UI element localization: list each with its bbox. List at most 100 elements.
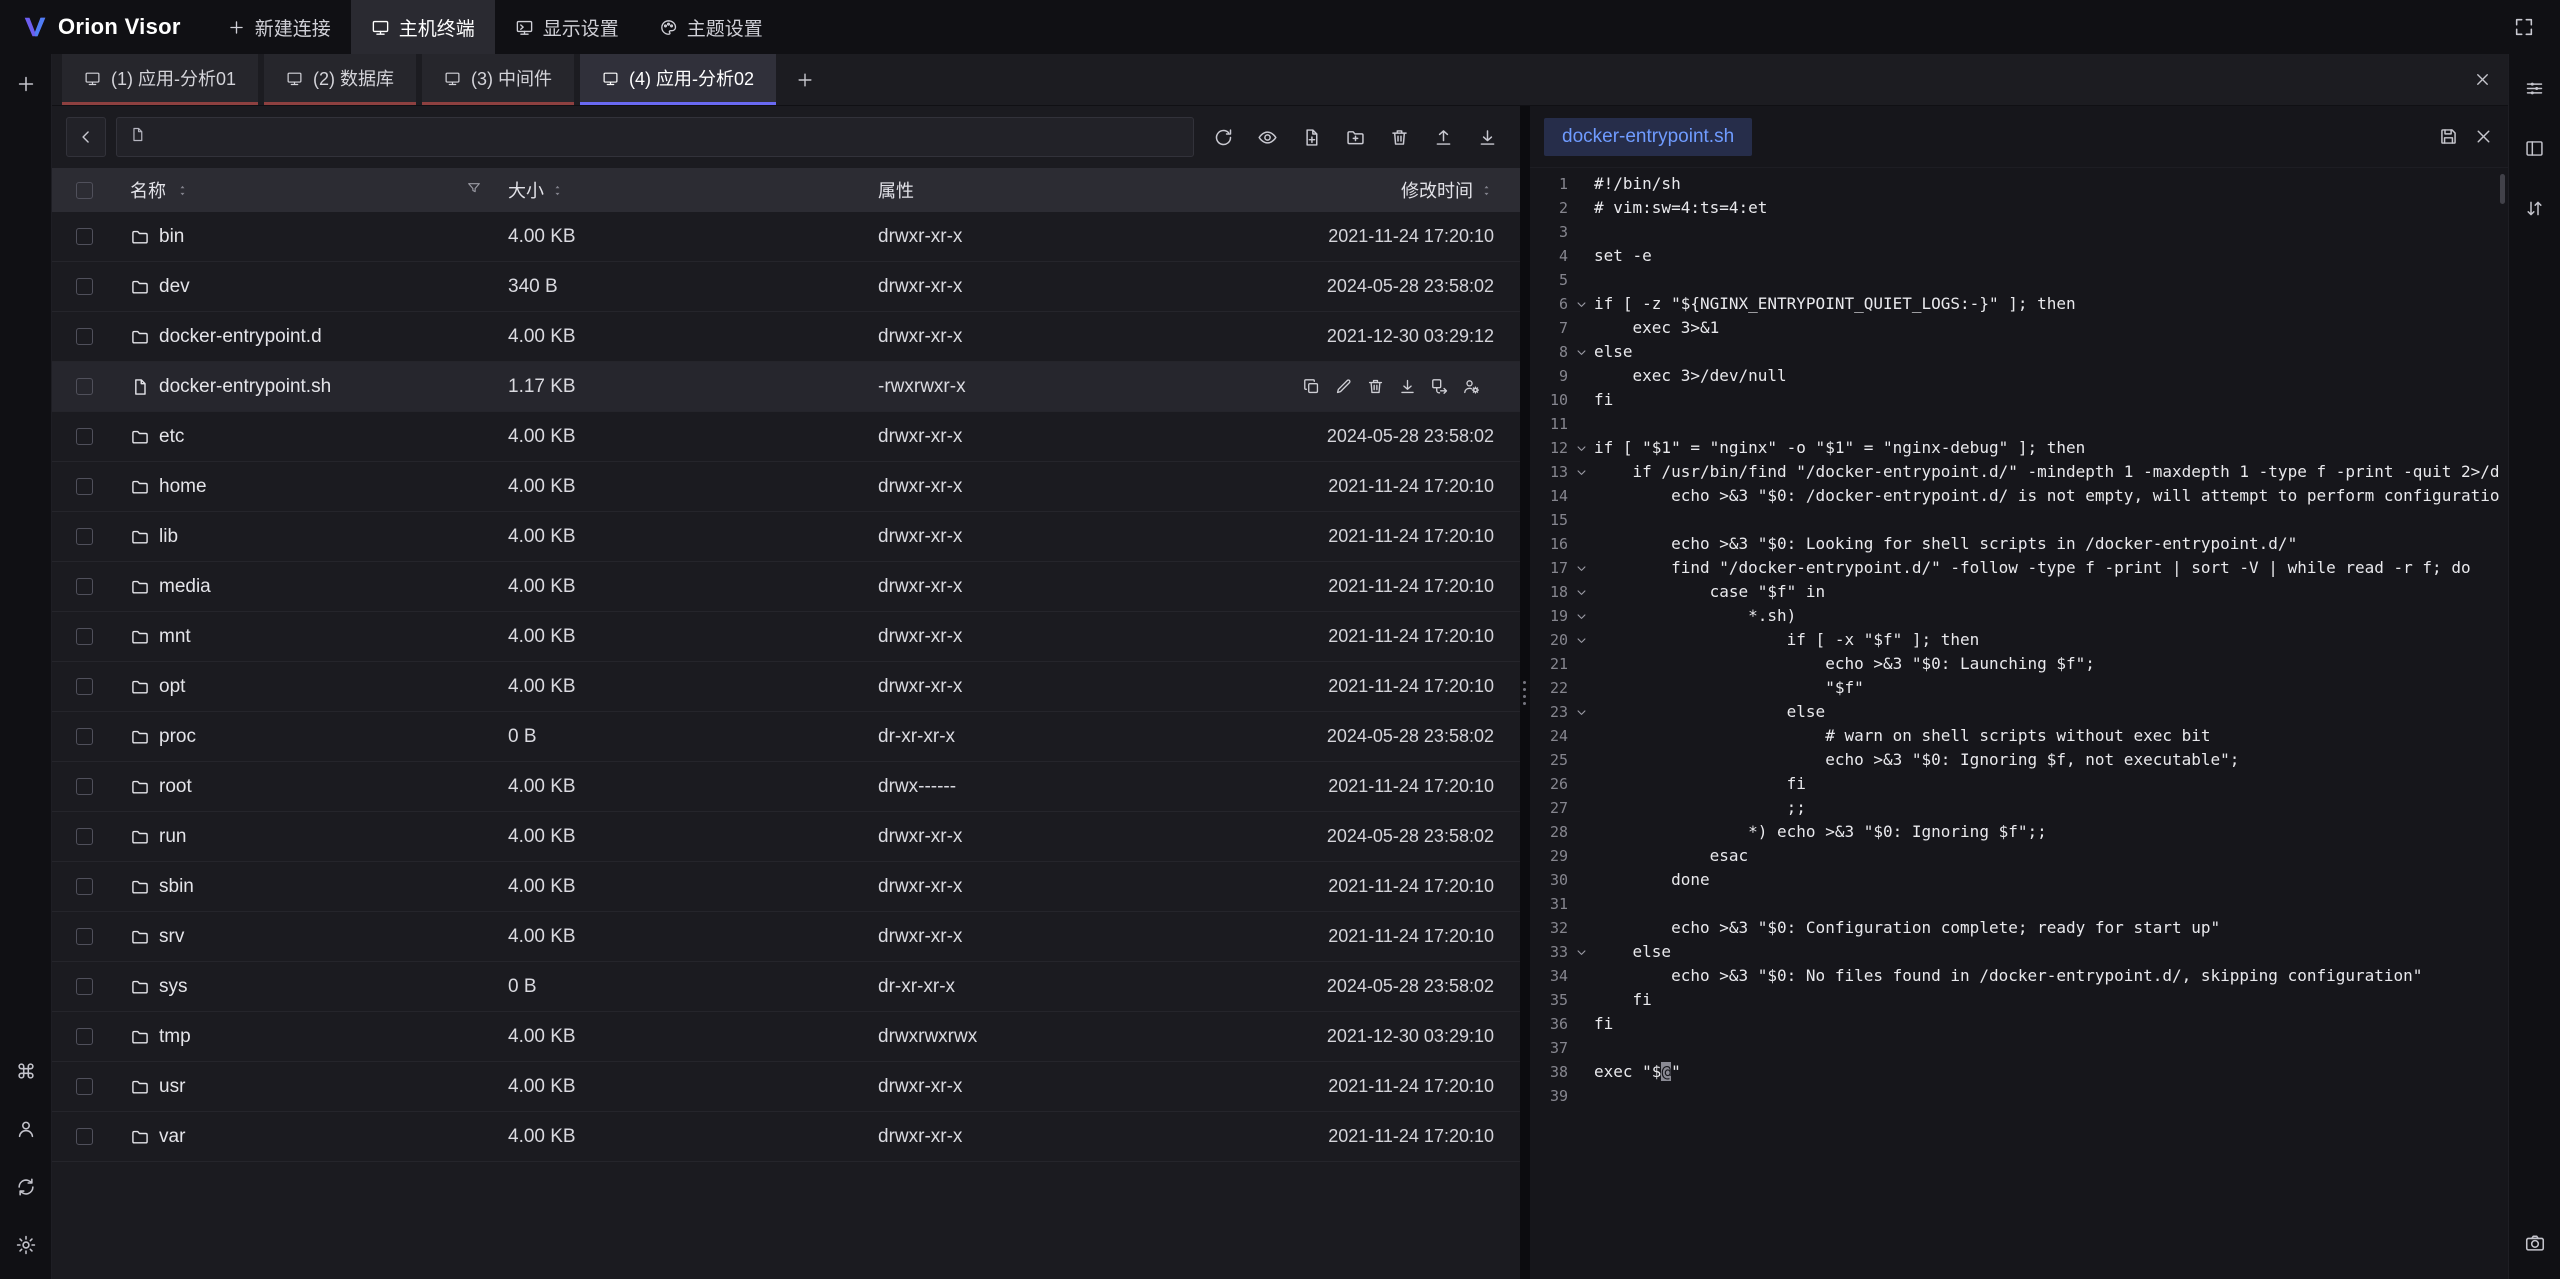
table-row[interactable]: docker-entrypoint.sh1.17 KB-rwxrwxr-x (52, 362, 1520, 412)
fullscreen-button[interactable] (2504, 7, 2544, 47)
plus-rail-button[interactable] (8, 66, 44, 102)
code-line[interactable]: 34 echo >&3 "$0: No files found in /dock… (1538, 964, 2508, 988)
code-line[interactable]: 26 fi (1538, 772, 2508, 796)
terminal-tab-1[interactable]: (2) 数据库 (264, 54, 416, 105)
code-line[interactable]: 1#!/bin/sh (1538, 172, 2508, 196)
filter-name-button[interactable] (466, 180, 482, 201)
panel-splitter[interactable] (1520, 106, 1530, 1279)
table-row[interactable]: home4.00 KBdrwxr-xr-x2021-11-24 17:20:10 (52, 462, 1520, 512)
code-line[interactable]: 12if [ "$1" = "nginx" -o "$1" = "nginx-d… (1538, 436, 2508, 460)
code-line[interactable]: 18 case "$f" in (1538, 580, 2508, 604)
code-line[interactable]: 14 echo >&3 "$0: /docker-entrypoint.d/ i… (1538, 484, 2508, 508)
fold-toggle[interactable] (1568, 580, 1594, 604)
code-line[interactable]: 22 "$f" (1538, 676, 2508, 700)
code-line[interactable]: 27 ;; (1538, 796, 2508, 820)
fold-toggle[interactable] (1568, 292, 1594, 316)
sync-rail-button[interactable] (8, 1169, 44, 1205)
code-line[interactable]: 35 fi (1538, 988, 2508, 1012)
row-checkbox[interactable] (76, 828, 93, 845)
row-checkbox[interactable] (76, 1128, 93, 1145)
row-checkbox[interactable] (76, 778, 93, 795)
code-line[interactable]: 19 *.sh) (1538, 604, 2508, 628)
nav-item-3[interactable]: 主题设置 (639, 0, 783, 54)
code-line[interactable]: 30 done (1538, 868, 2508, 892)
code-line[interactable]: 31 (1538, 892, 2508, 916)
editor-scrollbar-thumb[interactable] (2500, 174, 2505, 204)
code-line[interactable]: 21 echo >&3 "$0: Launching $f"; (1538, 652, 2508, 676)
sort-size-button[interactable] (550, 183, 565, 198)
upload-button[interactable] (1424, 118, 1462, 156)
table-row[interactable]: etc4.00 KBdrwxr-xr-x2024-05-28 23:58:02 (52, 412, 1520, 462)
code-line[interactable]: 13 if /usr/bin/find "/docker-entrypoint.… (1538, 460, 2508, 484)
path-input[interactable] (155, 127, 1181, 148)
row-checkbox[interactable] (76, 378, 93, 395)
row-action-user-perm-button[interactable] (1462, 377, 1481, 396)
table-row[interactable]: usr4.00 KBdrwxr-xr-x2021-11-24 17:20:10 (52, 1062, 1520, 1112)
row-checkbox[interactable] (76, 228, 93, 245)
code-line[interactable]: 16 echo >&3 "$0: Looking for shell scrip… (1538, 532, 2508, 556)
table-row[interactable]: srv4.00 KBdrwxr-xr-x2021-11-24 17:20:10 (52, 912, 1520, 962)
download-button[interactable] (1468, 118, 1506, 156)
code-line[interactable]: 24 # warn on shell scripts without exec … (1538, 724, 2508, 748)
editor-file-tab[interactable]: docker-entrypoint.sh (1544, 118, 1752, 156)
terminal-tab-2[interactable]: (3) 中间件 (422, 54, 574, 105)
row-checkbox[interactable] (76, 578, 93, 595)
code-line[interactable]: 7 exec 3>&1 (1538, 316, 2508, 340)
code-line[interactable]: 32 echo >&3 "$0: Configuration complete;… (1538, 916, 2508, 940)
code-editor[interactable]: 1#!/bin/sh2# vim:sw=4:ts=4:et34set -e56i… (1530, 168, 2508, 1279)
terminal-tab-3[interactable]: (4) 应用-分析02 (580, 54, 776, 105)
file-plus-button[interactable] (1292, 118, 1330, 156)
trash-button[interactable] (1380, 118, 1418, 156)
code-line[interactable]: 28 *) echo >&3 "$0: Ignoring $f";; (1538, 820, 2508, 844)
camera-rail-button[interactable] (2517, 1225, 2553, 1261)
eye-button[interactable] (1248, 118, 1286, 156)
code-line[interactable]: 3 (1538, 220, 2508, 244)
code-line[interactable]: 38exec "$@" (1538, 1060, 2508, 1084)
row-checkbox[interactable] (76, 278, 93, 295)
table-row[interactable]: run4.00 KBdrwxr-xr-x2024-05-28 23:58:02 (52, 812, 1520, 862)
code-line[interactable]: 37 (1538, 1036, 2508, 1060)
fold-toggle[interactable] (1568, 556, 1594, 580)
add-tab-button[interactable] (782, 54, 828, 105)
code-line[interactable]: 17 find "/docker-entrypoint.d/" -follow … (1538, 556, 2508, 580)
terminal-tab-0[interactable]: (1) 应用-分析01 (62, 54, 258, 105)
fold-toggle[interactable] (1568, 340, 1594, 364)
code-line[interactable]: 15 (1538, 508, 2508, 532)
code-line[interactable]: 25 echo >&3 "$0: Ignoring $f, not execut… (1538, 748, 2508, 772)
fold-toggle[interactable] (1568, 700, 1594, 724)
code-line[interactable]: 23 else (1538, 700, 2508, 724)
code-line[interactable]: 8else (1538, 340, 2508, 364)
code-line[interactable]: 4set -e (1538, 244, 2508, 268)
row-checkbox[interactable] (76, 678, 93, 695)
fold-toggle[interactable] (1568, 604, 1594, 628)
table-row[interactable]: sbin4.00 KBdrwxr-xr-x2021-11-24 17:20:10 (52, 862, 1520, 912)
table-row[interactable]: proc0 Bdr-xr-xr-x2024-05-28 23:58:02 (52, 712, 1520, 762)
table-row[interactable]: sys0 Bdr-xr-xr-x2024-05-28 23:58:02 (52, 962, 1520, 1012)
table-row[interactable]: root4.00 KBdrwx------2021-11-24 17:20:10 (52, 762, 1520, 812)
fold-toggle[interactable] (1568, 460, 1594, 484)
row-action-trash-button[interactable] (1366, 377, 1385, 396)
row-checkbox[interactable] (76, 428, 93, 445)
fold-toggle[interactable] (1568, 436, 1594, 460)
nav-item-2[interactable]: 显示设置 (495, 0, 639, 54)
code-line[interactable]: 39 (1538, 1084, 2508, 1108)
code-line[interactable]: 5 (1538, 268, 2508, 292)
folder-plus-button[interactable] (1336, 118, 1374, 156)
row-action-download-button[interactable] (1398, 377, 1417, 396)
row-checkbox[interactable] (76, 1078, 93, 1095)
row-checkbox[interactable] (76, 728, 93, 745)
close-panel-button[interactable] (2456, 54, 2508, 105)
code-line[interactable]: 29 esac (1538, 844, 2508, 868)
fold-toggle[interactable] (1568, 628, 1594, 652)
code-line[interactable]: 9 exec 3>/dev/null (1538, 364, 2508, 388)
code-line[interactable]: 11 (1538, 412, 2508, 436)
editor-save-button[interactable] (2438, 126, 2459, 147)
editor-close-button[interactable] (2473, 126, 2494, 147)
sliders-rail-button[interactable] (2517, 70, 2553, 106)
row-action-copy-button[interactable] (1302, 377, 1321, 396)
row-checkbox[interactable] (76, 878, 93, 895)
row-checkbox[interactable] (76, 928, 93, 945)
sort-mtime-button[interactable] (1479, 183, 1494, 198)
layout-rail-button[interactable] (2517, 130, 2553, 166)
row-checkbox[interactable] (76, 1028, 93, 1045)
